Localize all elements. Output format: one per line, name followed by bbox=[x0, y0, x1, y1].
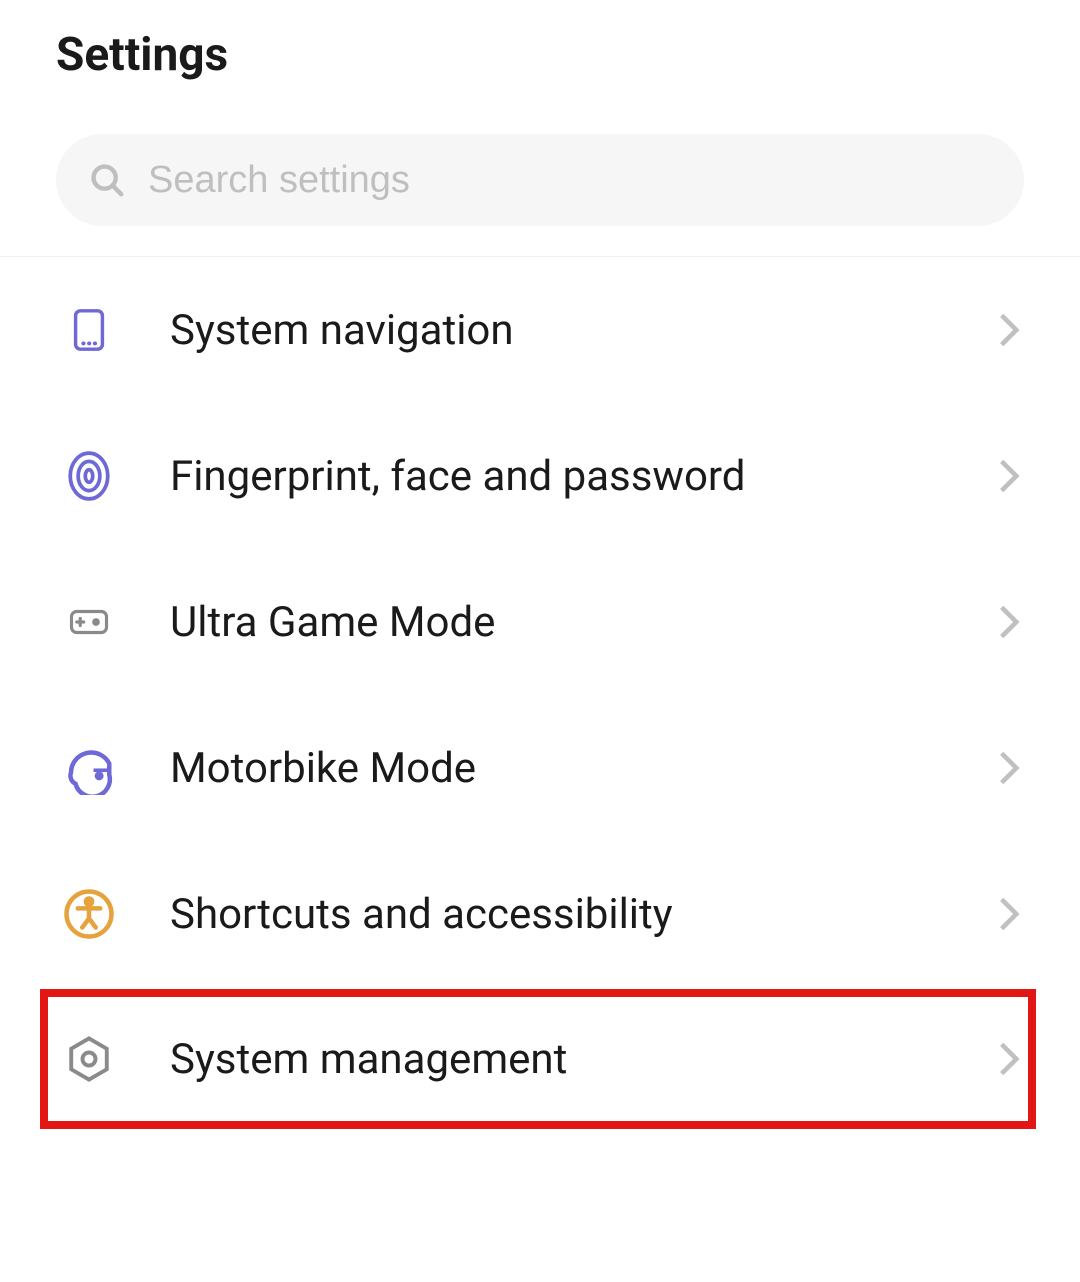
chevron-right-icon bbox=[994, 315, 1024, 345]
chevron-right-icon bbox=[994, 753, 1024, 783]
settings-item-label: Ultra Game Mode bbox=[170, 598, 994, 647]
settings-item-fingerprint[interactable]: Fingerprint, face and password bbox=[0, 403, 1080, 549]
settings-item-accessibility[interactable]: Shortcuts and accessibility bbox=[0, 841, 1080, 987]
settings-item-ultra-game-mode[interactable]: Ultra Game Mode bbox=[0, 549, 1080, 695]
settings-item-system-management[interactable]: System management bbox=[40, 989, 1036, 1129]
gamepad-icon bbox=[62, 595, 116, 649]
fingerprint-icon bbox=[62, 449, 116, 503]
settings-item-motorbike-mode[interactable]: Motorbike Mode bbox=[0, 695, 1080, 841]
helmet-icon bbox=[62, 741, 116, 795]
chevron-right-icon bbox=[994, 1044, 1024, 1074]
settings-item-label: System management bbox=[170, 1035, 994, 1084]
page-title: Settings bbox=[56, 28, 1024, 82]
phone-icon bbox=[62, 303, 116, 357]
chevron-right-icon bbox=[994, 461, 1024, 491]
chevron-right-icon bbox=[994, 607, 1024, 637]
chevron-right-icon bbox=[994, 899, 1024, 929]
search-bar[interactable] bbox=[56, 134, 1024, 226]
search-container bbox=[0, 116, 1080, 257]
accessibility-icon bbox=[62, 887, 116, 941]
settings-item-label: Fingerprint, face and password bbox=[170, 452, 994, 501]
settings-header: Settings bbox=[0, 0, 1080, 116]
settings-item-label: System navigation bbox=[170, 306, 994, 355]
search-input[interactable] bbox=[148, 159, 994, 202]
gear-icon bbox=[62, 1032, 116, 1086]
settings-item-label: Shortcuts and accessibility bbox=[170, 890, 994, 939]
settings-item-system-navigation[interactable]: System navigation bbox=[0, 257, 1080, 403]
settings-item-label: Motorbike Mode bbox=[170, 744, 994, 793]
search-icon bbox=[86, 159, 128, 201]
settings-list: System navigation Fingerprint, face and … bbox=[0, 257, 1080, 1131]
